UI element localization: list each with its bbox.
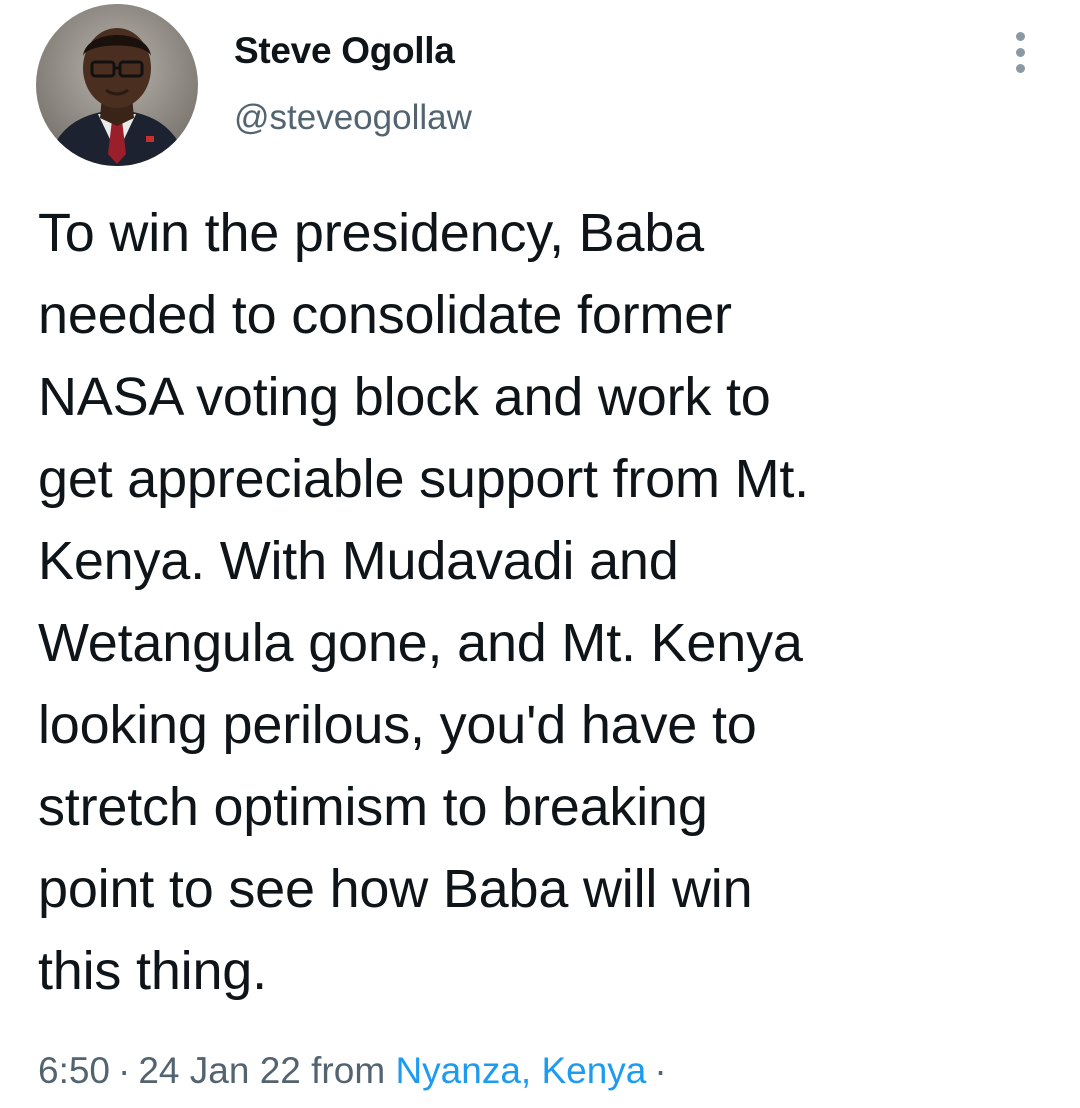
meta-trailing-separator: · <box>654 1050 667 1091</box>
author-display-name[interactable]: Steve Ogolla <box>234 30 455 72</box>
tweet-card: Steve Ogolla @steveogollaw To win the pr… <box>0 0 1080 1108</box>
more-vertical-icon-dot <box>1016 64 1025 73</box>
tweet-time[interactable]: 6:50 <box>38 1050 110 1091</box>
from-label: from <box>311 1050 386 1091</box>
tweet-text: To win the presidency, Baba needed to co… <box>38 203 809 1001</box>
meta-separator: · <box>118 1050 131 1091</box>
tweet-location-link[interactable]: Nyanza, Kenya <box>395 1050 646 1091</box>
tweet-metadata: 6:50 · 24 Jan 22 from Nyanza, Kenya · <box>38 1050 675 1092</box>
tweet-date[interactable]: 24 Jan 22 <box>138 1050 301 1091</box>
author-avatar[interactable] <box>36 4 198 166</box>
more-vertical-icon-dot <box>1016 48 1025 57</box>
author-handle[interactable]: @steveogollaw <box>234 98 472 138</box>
more-vertical-icon <box>1016 32 1025 41</box>
more-options-button[interactable] <box>1000 26 1042 78</box>
profile-photo-icon <box>36 4 198 166</box>
